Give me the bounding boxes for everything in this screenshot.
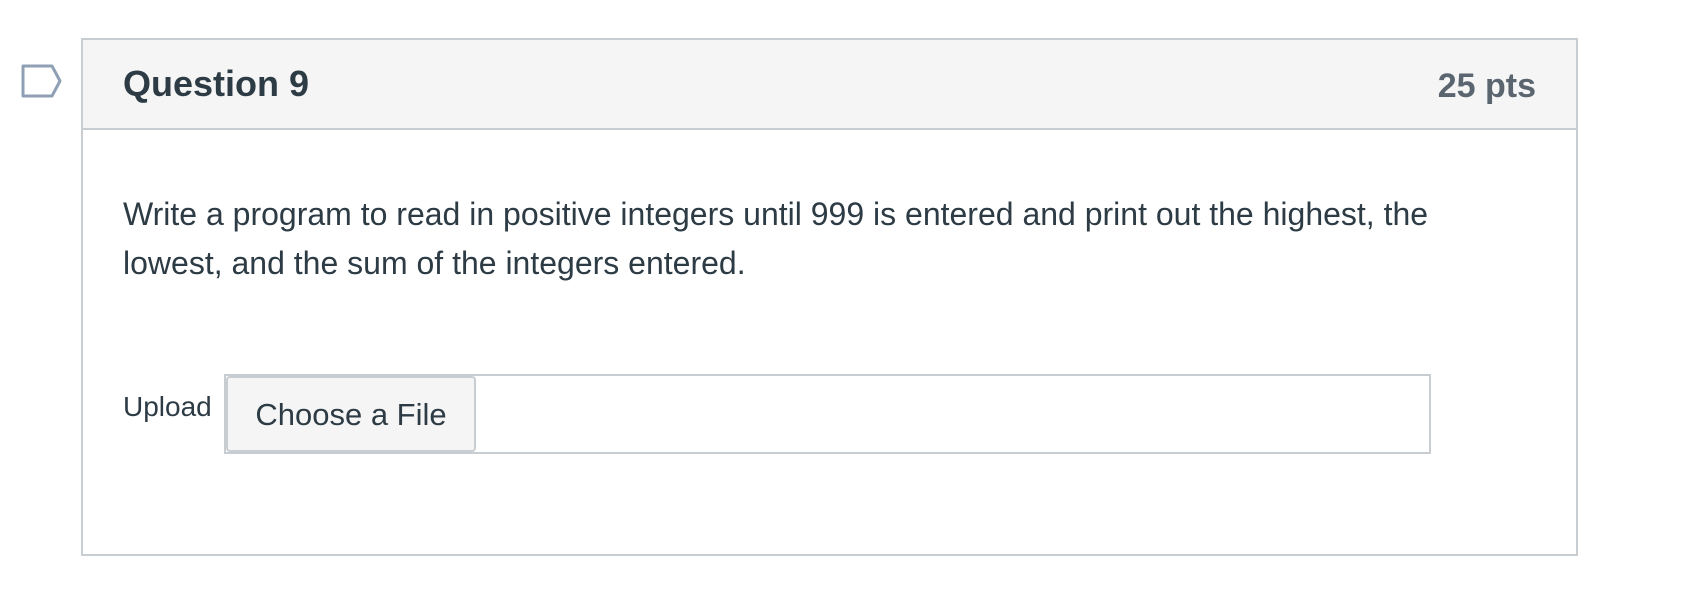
question-header: Question 9 25 pts	[83, 40, 1576, 130]
question-title: Question 9	[123, 63, 310, 104]
question-card: Question 9 25 pts Write a program to rea…	[81, 38, 1578, 556]
question-text: Write a program to read in positive inte…	[123, 196, 1429, 281]
bookmark-flag-icon	[21, 64, 62, 98]
file-upload-field[interactable]: Choose a File	[224, 374, 1431, 454]
choose-file-button[interactable]: Choose a File	[226, 376, 476, 452]
question-points: 25 pts	[1437, 67, 1536, 105]
flag-question-button[interactable]	[21, 64, 63, 100]
upload-label: Upload	[123, 391, 212, 422]
